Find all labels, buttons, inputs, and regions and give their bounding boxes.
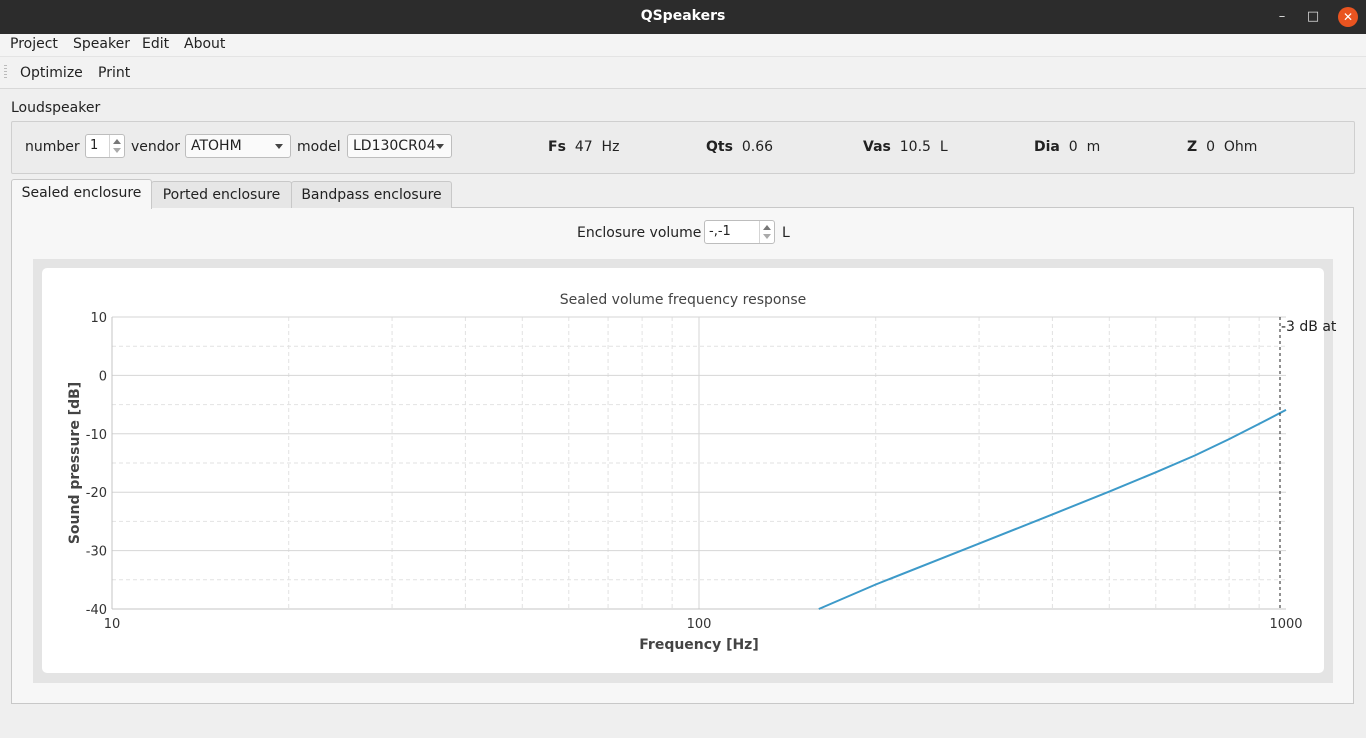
y-tick-label: 0 — [99, 369, 107, 384]
minus-3db-label: -3 dB at — [1281, 319, 1337, 335]
y-tick-label: -30 — [86, 545, 107, 560]
x-tick-label: 10 — [104, 617, 121, 632]
y-tick-label: -40 — [86, 603, 107, 618]
chart-title: Sealed volume frequency response — [560, 292, 807, 308]
x-tick-label: 100 — [687, 617, 712, 632]
frequency-response-chart: Sealed volume frequency response 100-10-… — [67, 292, 1337, 653]
y-tick-label: -10 — [86, 428, 107, 443]
tab-sealed[interactable]: Sealed enclosure — [11, 179, 152, 209]
y-axis-label: Sound pressure [dB] — [67, 382, 83, 544]
chart-grid — [112, 316, 1286, 609]
x-tick-label: 1000 — [1269, 617, 1302, 632]
chart-ticks: 100-10-20-30-4010 100 1000 — [86, 311, 1303, 632]
x-axis-label: Frequency [Hz] — [639, 637, 758, 653]
y-tick-label: 10 — [90, 311, 107, 326]
y-tick-label: -20 — [86, 486, 107, 501]
